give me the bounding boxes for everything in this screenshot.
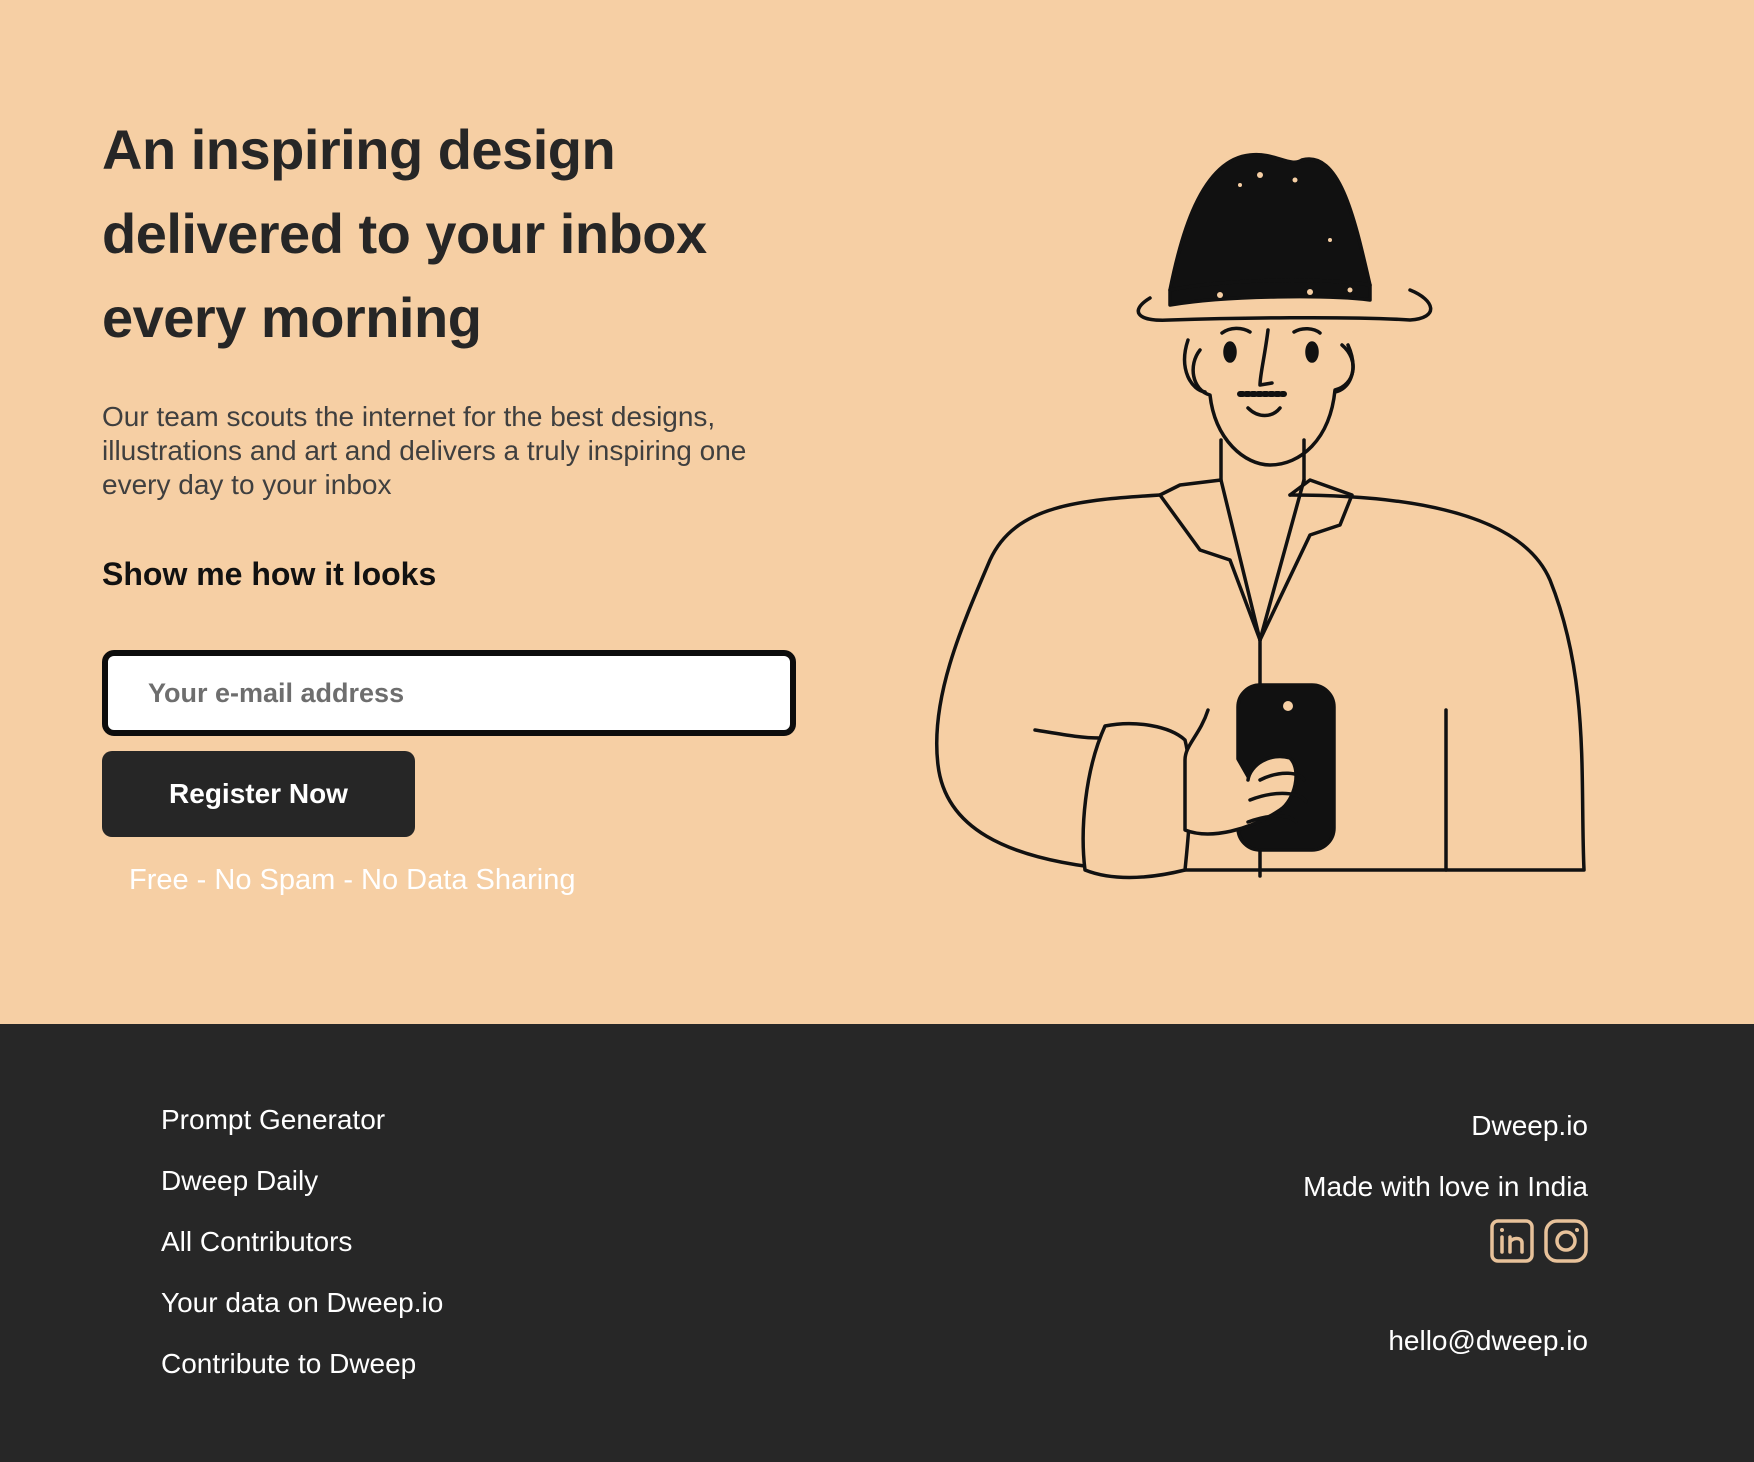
contribute-link[interactable]: Contribute to Dweep [161,1348,416,1379]
footer-link-item: Your data on Dweep.io [161,1285,443,1346]
footer-link-item: All Contributors [161,1224,443,1285]
hero-subtext: Our team scouts the internet for the bes… [102,401,747,500]
email-input[interactable] [102,650,796,736]
prompt-generator-link[interactable]: Prompt Generator [161,1104,385,1135]
dweep-daily-link[interactable]: Dweep Daily [161,1165,318,1196]
social-links [1303,1219,1588,1323]
instagram-icon[interactable] [1544,1219,1588,1263]
free-note: Free - No Spam - No Data Sharing [129,864,576,896]
linkedin-icon[interactable] [1490,1219,1534,1263]
footer-link-item: Prompt Generator [161,1102,443,1163]
footer-link-item: Dweep Daily [161,1163,443,1224]
show-me-link[interactable]: Show me how it looks [102,556,436,593]
made-with-love: Made with love in India [1303,1171,1588,1202]
footer-link-item: Contribute to Dweep [161,1346,443,1407]
contact-email-link[interactable]: hello@dweep.io [1303,1323,1588,1359]
man-with-hat-holding-phone-illustration [934,152,1586,880]
footer-links: Prompt Generator Dweep Daily All Contrib… [161,1102,443,1407]
landing-page: An inspiring design delivered to your in… [0,0,1754,1462]
all-contributors-link[interactable]: All Contributors [161,1226,352,1257]
footer-brand: Dweep.io [1471,1110,1588,1141]
your-data-link[interactable]: Your data on Dweep.io [161,1287,443,1318]
register-now-button[interactable]: Register Now [102,751,415,837]
hero-headline: An inspiring design delivered to your in… [102,118,707,349]
site-footer: Prompt Generator Dweep Daily All Contrib… [0,1024,1754,1462]
hero-section: An inspiring design delivered to your in… [0,0,1754,1024]
footer-info: Dweep.io Made with love in India hello@d… [1303,1108,1588,1359]
